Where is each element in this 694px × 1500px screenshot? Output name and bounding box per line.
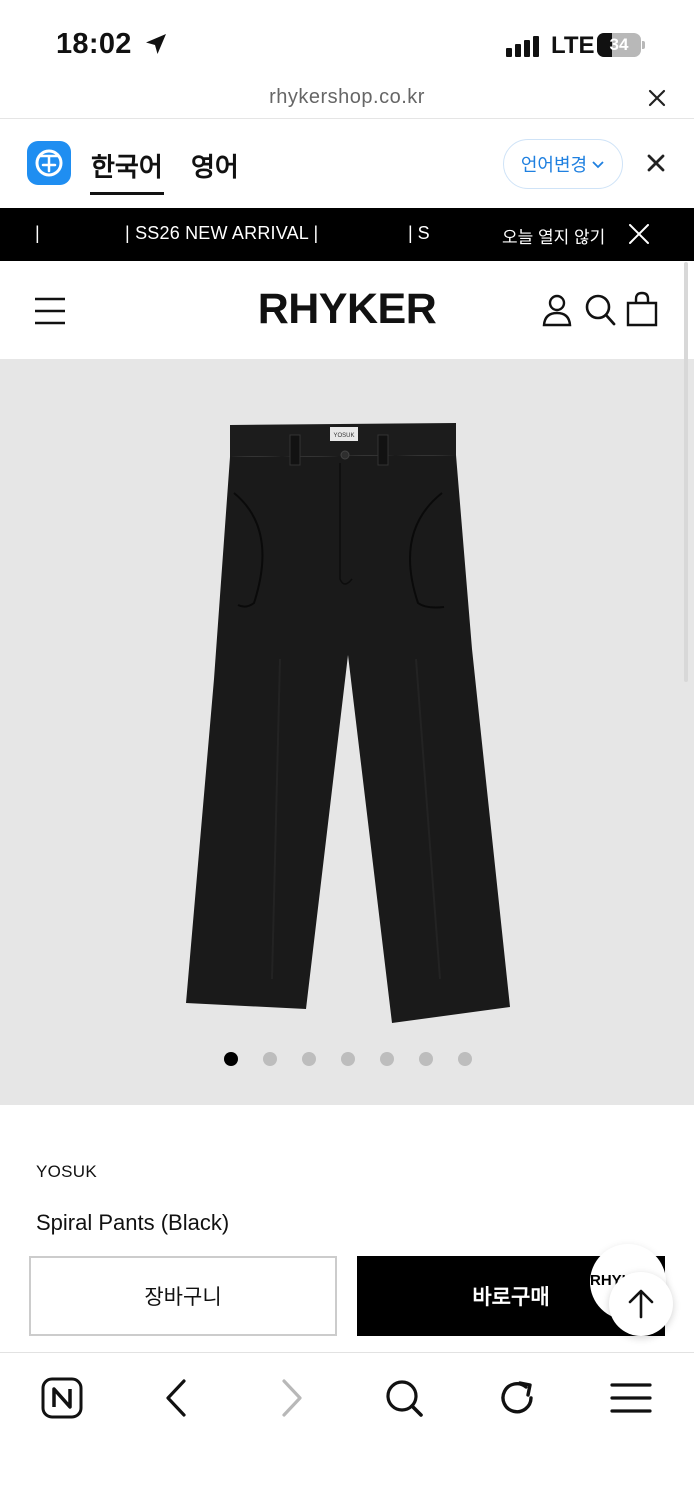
gallery-dot[interactable] [263, 1052, 277, 1066]
gallery-dot[interactable] [419, 1052, 433, 1066]
site-header: RHYKER [0, 261, 694, 359]
change-language-label: 언어변경 [520, 155, 588, 175]
close-translate-icon[interactable] [646, 153, 666, 173]
search-icon[interactable] [384, 1377, 424, 1419]
ticker-next-message: | S [408, 223, 430, 243]
ticker-divider: | [35, 223, 40, 243]
chevron-down-icon [592, 161, 604, 169]
search-icon[interactable] [584, 293, 616, 327]
battery-percent: 34 [609, 35, 629, 54]
active-tab-indicator [90, 192, 164, 195]
add-to-cart-label: 장바구니 [144, 1286, 222, 1309]
garment-label: YOSUK [333, 433, 354, 439]
close-icon[interactable] [647, 88, 667, 108]
ticker-message[interactable]: | SS26 NEW ARRIVAL | [125, 223, 318, 244]
gallery-dot[interactable] [341, 1052, 355, 1066]
product-image[interactable]: YOSUK [180, 419, 520, 1029]
add-to-cart-button[interactable]: 장바구니 [29, 1256, 337, 1336]
gallery-dot[interactable] [302, 1052, 316, 1066]
gallery-dot[interactable] [380, 1052, 394, 1066]
dismiss-today-link[interactable]: 오늘 열지 않기 [502, 223, 605, 248]
translate-logo-icon [27, 141, 71, 185]
hamburger-menu-icon[interactable] [610, 1377, 652, 1419]
buy-now-label: 바로구매 [472, 1286, 550, 1309]
product-brand[interactable]: YOSUK [36, 1162, 97, 1182]
forward-icon[interactable] [278, 1377, 306, 1419]
translate-bar: 한국어 영어 언어변경 [0, 118, 694, 208]
signal-strength-icon [506, 36, 539, 57]
shopping-bag-icon[interactable] [626, 291, 658, 327]
gallery-pagination [0, 1052, 694, 1066]
back-icon[interactable] [162, 1377, 190, 1419]
arrow-up-icon [628, 1289, 654, 1319]
close-icon[interactable] [629, 224, 649, 244]
status-time: 18:02 [56, 28, 132, 60]
change-language-button[interactable]: 언어변경 [503, 139, 623, 189]
language-tab-korean[interactable]: 한국어 [91, 147, 163, 184]
status-bar: 18:02 LTE 34 [0, 0, 694, 80]
announcement-ticker: | | SS26 NEW ARRIVAL | | S 오늘 열지 않기 [0, 208, 694, 261]
product-name: Spiral Pants (Black) [36, 1210, 230, 1235]
network-type: LTE [551, 32, 595, 59]
language-tab-english[interactable]: 영어 [191, 147, 239, 184]
gallery-dot[interactable] [458, 1052, 472, 1066]
battery-nub [642, 41, 645, 49]
address-bar[interactable]: rhykershop.co.kr [0, 80, 694, 118]
naver-n-icon[interactable] [41, 1377, 83, 1419]
location-arrow-icon [146, 34, 166, 54]
battery-icon: 34 [597, 33, 641, 57]
page-scrollbar[interactable] [684, 262, 688, 682]
gallery-dot[interactable] [224, 1052, 238, 1066]
browser-toolbar [0, 1352, 694, 1500]
url-text[interactable]: rhykershop.co.kr [0, 86, 694, 109]
user-icon[interactable] [541, 293, 573, 327]
scroll-to-top-button[interactable] [609, 1272, 673, 1336]
product-image-gallery[interactable]: YOSUK [0, 359, 694, 1105]
refresh-icon[interactable] [498, 1377, 538, 1419]
